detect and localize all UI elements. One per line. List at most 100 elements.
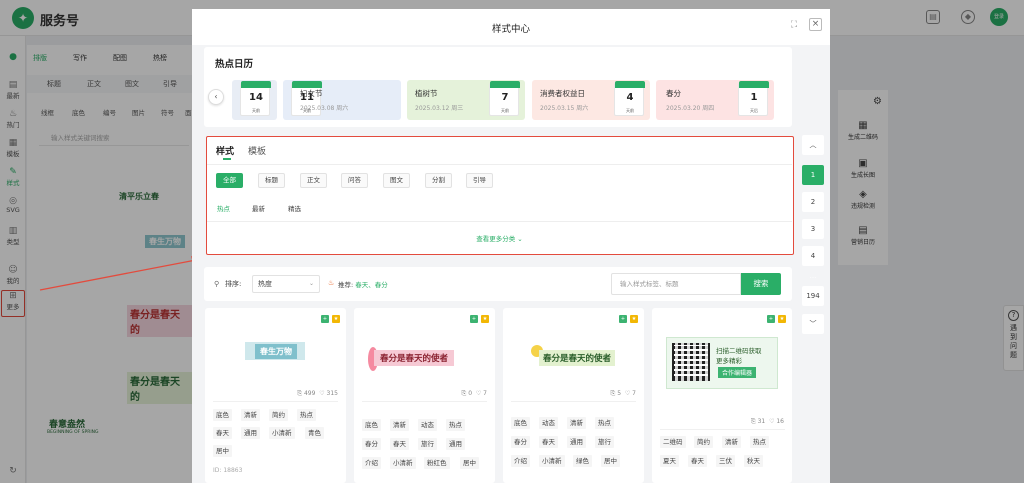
recommend-tags[interactable]: 春天、春分 [355,281,388,289]
divider [207,164,792,165]
favorite-icon[interactable]: ★ [481,315,489,323]
add-icon[interactable]: + [767,315,775,323]
tag[interactable]: 通用 [567,436,586,448]
tag[interactable]: 动态 [539,417,558,429]
pager-down-icon[interactable]: ﹀ [802,314,824,334]
tag[interactable]: 春分 [511,436,530,448]
tag[interactable]: 热点 [297,409,316,421]
style-center-modal: 样式中心 ⛶ × 热点日历 14 天前 ‹ 11 天前 妇女节 2025.03.… [192,9,830,483]
chip-qa[interactable]: 问答 [341,173,368,188]
chip-body[interactable]: 正文 [300,173,327,188]
expand-icon[interactable]: ⛶ [788,19,800,31]
tag[interactable]: 小清新 [539,455,565,467]
tag[interactable]: 介绍 [511,455,530,467]
tag[interactable]: 清新 [567,417,586,429]
tag[interactable]: 通用 [241,427,260,439]
tag[interactable]: 粉红色 [424,457,450,469]
pager: ︿ 1 2 3 4 ... 194 ﹀ [800,135,826,335]
tag[interactable]: 清新 [722,436,741,448]
page-button[interactable]: 4 [802,246,824,266]
page-button[interactable]: 3 [802,219,824,239]
tag[interactable]: 春天 [390,438,409,450]
holiday-date: 2025.03.12 周三 [415,105,464,112]
close-icon[interactable]: × [809,18,822,31]
calendar-card[interactable]: 消费者权益日 2025.03.15 周六 4 天前 [532,80,650,120]
tag[interactable]: 小清新 [390,457,416,469]
tag[interactable]: 绿色 [573,455,592,467]
sub-latest[interactable]: 最新 [252,203,265,213]
tag[interactable]: 动态 [418,419,437,431]
sub-hot[interactable]: 热点 [217,203,230,213]
calendar-icon: 1 天后 [738,81,769,116]
pager-up-icon[interactable]: ︿ [802,135,824,155]
category-filter: 样式 模板 全部 标题 正文 问答 图文 分割 引导 热点 最新 精选 查看更多… [206,136,794,255]
tag[interactable]: 夏天 [660,455,679,467]
tag[interactable]: 春天 [688,455,707,467]
sub-featured[interactable]: 精选 [288,203,301,213]
calendar-prev-button[interactable]: ‹ [208,89,224,105]
tag[interactable]: 春天 [213,427,232,439]
calendar-card[interactable]: 春分 2025.03.20 周四 1 天后 [656,80,774,120]
tag[interactable]: 热点 [750,436,769,448]
tag[interactable]: 三伏 [716,455,735,467]
tag[interactable]: 秋天 [744,455,763,467]
chip-title[interactable]: 标题 [258,173,285,188]
tag[interactable]: 春天 [539,436,558,448]
tag[interactable]: 居中 [601,455,620,467]
card-stats: ⎘ 5 ♡ 7 [610,390,636,397]
search-input[interactable]: 输入样式标签、标题 [611,273,741,295]
tag[interactable]: 简约 [269,409,288,421]
tag[interactable]: 通用 [446,438,465,450]
favorite-icon[interactable]: ★ [630,315,638,323]
tag[interactable]: 旅行 [418,438,437,450]
add-icon[interactable]: + [470,315,478,323]
holiday-date: 2025.03.20 周四 [666,105,715,112]
style-card[interactable]: + ★ 春生万物 ⎘ 499 ♡ 315 底色 清新 简约 热点 春天 通用 小清… [205,308,346,483]
tag[interactable]: 旅行 [595,436,614,448]
tag[interactable]: 热点 [595,417,614,429]
search-button[interactable]: 搜索 [741,273,781,295]
tag[interactable]: 底色 [213,409,232,421]
style-card[interactable]: + ★ 扫描二维码获取 更多精彩 合作编辑器 ⎘ 31 ♡ 16 二维码 简约 清… [652,308,792,483]
sort-bar: ⚲ 排序: 热度 ⌄ ♨ 推荐: 春天、春分 输入样式标签、标题 搜索 [204,267,792,301]
tag[interactable]: 介绍 [362,457,381,469]
tag[interactable]: 二维码 [660,436,686,448]
chip-guide[interactable]: 引导 [466,173,493,188]
more-categories-link[interactable]: 查看更多分类 ⌄ [207,233,792,243]
add-icon[interactable]: + [619,315,627,323]
modal-header: 样式中心 ⛶ × [192,9,830,45]
tag[interactable]: 小清新 [269,427,295,439]
chip-image-text[interactable]: 图文 [383,173,410,188]
favorite-icon[interactable]: ★ [332,315,340,323]
page-button[interactable]: 1 [802,165,824,185]
tag[interactable]: 青色 [305,427,324,439]
tag[interactable]: 简约 [694,436,713,448]
tab-template[interactable]: 模板 [248,144,266,157]
tab-style[interactable]: 样式 [216,144,234,157]
tag[interactable]: 底色 [511,417,530,429]
card-stats: ⎘ 31 ♡ 16 [750,418,784,425]
holiday-date: 2025.03.15 周六 [540,105,589,112]
holiday-date: 2025.03.08 周六 [300,105,349,112]
tag[interactable]: 清新 [241,409,260,421]
page-button[interactable]: 194 [802,286,824,306]
fire-icon: ♨ [328,279,335,287]
tag[interactable]: 底色 [362,419,381,431]
tag[interactable]: 春分 [362,438,381,450]
favorite-icon[interactable]: ★ [778,315,786,323]
chip-divider[interactable]: 分割 [425,173,452,188]
style-card[interactable]: + ★ 春分是春天的使者 ⎘ 5 ♡ 7 底色 动态 清新 热点 春分 春天 通用… [503,308,644,483]
tag[interactable]: 清新 [390,419,409,431]
tag[interactable]: 居中 [213,445,232,457]
page-ellipsis: ... [809,272,817,280]
chip-all[interactable]: 全部 [216,173,243,188]
style-card[interactable]: + ★ 春分是春天的使者 ⎘ 0 ♡ 7 底色 清新 动态 热点 春分 春天 旅行… [354,308,495,483]
add-icon[interactable]: + [321,315,329,323]
calendar-card[interactable]: 11 天前 妇女节 2025.03.08 周六 [283,80,401,120]
sort-select[interactable]: 热度 ⌄ [252,275,320,293]
page-button[interactable]: 2 [802,192,824,212]
tag[interactable]: 热点 [446,419,465,431]
calendar-card[interactable]: 14 天前 [232,80,277,120]
tag[interactable]: 居中 [460,457,479,469]
calendar-card[interactable]: 植树节 2025.03.12 周三 7 天前 [407,80,525,120]
